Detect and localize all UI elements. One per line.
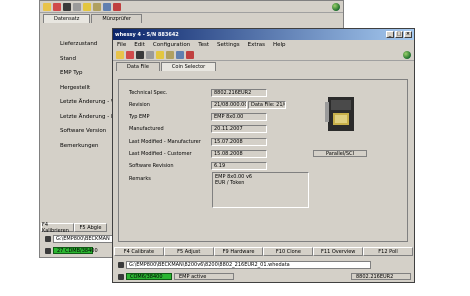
field-last-mod-manufacturer[interactable]: 15.07.2008 (211, 138, 267, 146)
row-software-revision: Software Revision 6.19 (129, 161, 267, 171)
label-bemerkungen: Bemerkungen (60, 142, 99, 149)
brush-icon[interactable] (166, 50, 174, 59)
status-spec: 8802.216EUR2 (351, 273, 411, 280)
fkey-hardware[interactable]: F9 Hardware (213, 247, 264, 256)
back-path: G:\EMP800\BECKMAN (53, 234, 113, 243)
title-bar: whessy 4 - S/N 883642 _ □ × (113, 29, 414, 40)
row-technical-spec: Technical Spec. 8802.216EUR2 (129, 88, 267, 98)
label-remarks: Remarks (129, 176, 151, 182)
minimize-button[interactable]: _ (386, 31, 394, 38)
save-icon[interactable] (53, 2, 61, 11)
menu-bar: File Edit Configuration Test Settings Ex… (113, 40, 414, 49)
label-software-version: Software Version (60, 128, 107, 134)
disk-icon (118, 261, 124, 268)
pen-icon[interactable] (156, 50, 164, 59)
label-letzte-aenderung-w: Letzte Änderung - W (60, 99, 117, 105)
path-row: G:\EMP800\BECKMAN\8200v6\8200\8802_216EU… (114, 260, 413, 269)
main-toolbar (113, 49, 414, 61)
row-last-mod-manufacturer: Last Modified - Manufacturer 15.07.2008 (129, 137, 267, 147)
interface-label: Parallel/SCI (313, 150, 367, 157)
main-tabs: Data File Coin Selector (113, 61, 414, 71)
back-fkeys: F4 Kalibrieren F5 Abgle (41, 222, 107, 234)
label-last-mod-customer: Last Modified - Customer (129, 151, 192, 157)
chart-icon[interactable] (103, 2, 111, 11)
menu-test[interactable]: Test (198, 42, 209, 48)
brush-icon[interactable] (93, 2, 101, 11)
device-icon (118, 273, 124, 280)
fkey-adjust[interactable]: F5 Adjust (163, 247, 214, 256)
label-stand: Stand (60, 55, 76, 62)
label-manufactured: Manufactured (129, 126, 164, 132)
label-lieferzustand: Lieferzustand (60, 41, 98, 47)
coin-selector-device-icon (325, 97, 354, 131)
field-datafile: Data File: 21/08 (248, 101, 286, 109)
back-labels: Lieferzustand Stand EMP Typ Hergestellt … (60, 41, 118, 157)
fkey-poll[interactable]: F12 Poll (363, 247, 413, 256)
row-manufactured: Manufactured 20.11.2007 (129, 124, 267, 134)
fkey-kalibrieren[interactable]: F4 Kalibrieren (41, 222, 74, 234)
data-panel: Technical Spec. 8802.216EUR2 Revision 21… (118, 79, 408, 242)
back-toolbar (40, 1, 343, 13)
fkey-overview[interactable]: F11 Overview (313, 247, 364, 256)
menu-edit[interactable]: Edit (134, 42, 145, 48)
fkey-abgleich[interactable]: F5 Abgle (74, 223, 107, 232)
row-revision: Revision 21/08.000.001 Data File: 21/08 (129, 100, 286, 110)
row-last-mod-customer: Last Modified - Customer 15.08.2008 (129, 149, 267, 159)
label-hergestellt: Hergestellt (60, 84, 91, 91)
field-typ-emp[interactable]: EMP 8x0.00 (211, 113, 267, 121)
field-revision[interactable]: 21/08.000.001 (211, 101, 247, 109)
row-remarks: Remarks (129, 174, 211, 184)
device-icon (45, 247, 51, 254)
label-revision: Revision (129, 102, 150, 108)
chart-icon[interactable] (176, 50, 184, 59)
tool-icon[interactable] (73, 2, 81, 11)
field-manufactured[interactable]: 20.11.2007 (211, 125, 267, 133)
tool-icon[interactable] (146, 50, 154, 59)
status-port: COM6/38400 (126, 273, 172, 280)
fkey-calibrate[interactable]: F4 Calibrate (114, 247, 164, 256)
chip-icon[interactable] (63, 2, 71, 11)
maximize-button[interactable]: □ (395, 31, 403, 38)
tab-muenzpruefer[interactable]: Münzprüfer (91, 14, 142, 23)
label-emp-typ: EMP Typ (60, 70, 83, 76)
label-last-mod-manufacturer: Last Modified - Manufacturer (129, 139, 201, 145)
field-software-revision[interactable]: 6.19 (211, 162, 267, 170)
pen-icon[interactable] (83, 2, 91, 11)
menu-extras[interactable]: Extras (248, 42, 265, 48)
save-icon[interactable] (126, 50, 134, 59)
back-status-green: 27 CDMB/38400 (53, 247, 98, 254)
back-tabs: Datensatz Münzprüfer (40, 13, 343, 23)
close-button[interactable]: × (404, 31, 412, 38)
window-title: whessy 4 - S/N 883642 (115, 31, 179, 38)
menu-settings[interactable]: Settings (217, 42, 240, 48)
field-remarks[interactable]: EMP 8x0.00 v6 EUR / Token (212, 172, 309, 208)
menu-configuration[interactable]: Configuration (153, 42, 190, 48)
chip-icon[interactable] (136, 50, 144, 59)
tab-coin-selector[interactable]: Coin Selector (160, 62, 217, 71)
tab-data-file[interactable]: Data File (116, 62, 160, 71)
globe-icon[interactable] (403, 50, 411, 59)
label-software-revision: Software Revision (129, 163, 174, 169)
main-window: whessy 4 - S/N 883642 _ □ × File Edit Co… (112, 28, 415, 283)
menu-file[interactable]: File (117, 42, 126, 48)
fkey-clone[interactable]: F10 Clone (263, 247, 314, 256)
refresh-icon[interactable] (113, 2, 121, 11)
label-letzte-aenderung-ku: Letzte Änderung - Ku (60, 113, 118, 120)
globe-icon[interactable] (332, 2, 340, 11)
field-technical-spec[interactable]: 8802.216EUR2 (211, 89, 267, 97)
open-folder-icon[interactable] (43, 2, 51, 11)
field-last-mod-customer[interactable]: 15.08.2008 (211, 150, 267, 158)
refresh-icon[interactable] (186, 50, 194, 59)
data-file-path: G:\EMP800\BECKMAN\8200v6\8200\8802_216EU… (126, 260, 371, 269)
menu-help[interactable]: Help (273, 42, 286, 48)
disk-icon (45, 235, 51, 242)
row-typ-emp: Typ EMP EMP 8x0.00 (129, 112, 267, 122)
status-emp-active: EMP active (174, 273, 234, 280)
status-bar: COM6/38400 EMP active 8802.216EUR2 (114, 272, 413, 281)
open-folder-icon[interactable] (116, 50, 124, 59)
function-keys: F4 Calibrate F5 Adjust F9 Hardware F10 C… (114, 247, 413, 256)
label-technical-spec: Technical Spec. (129, 90, 168, 96)
tab-datensatz[interactable]: Datensatz (43, 14, 91, 23)
label-typ-emp: Typ EMP (129, 114, 150, 120)
